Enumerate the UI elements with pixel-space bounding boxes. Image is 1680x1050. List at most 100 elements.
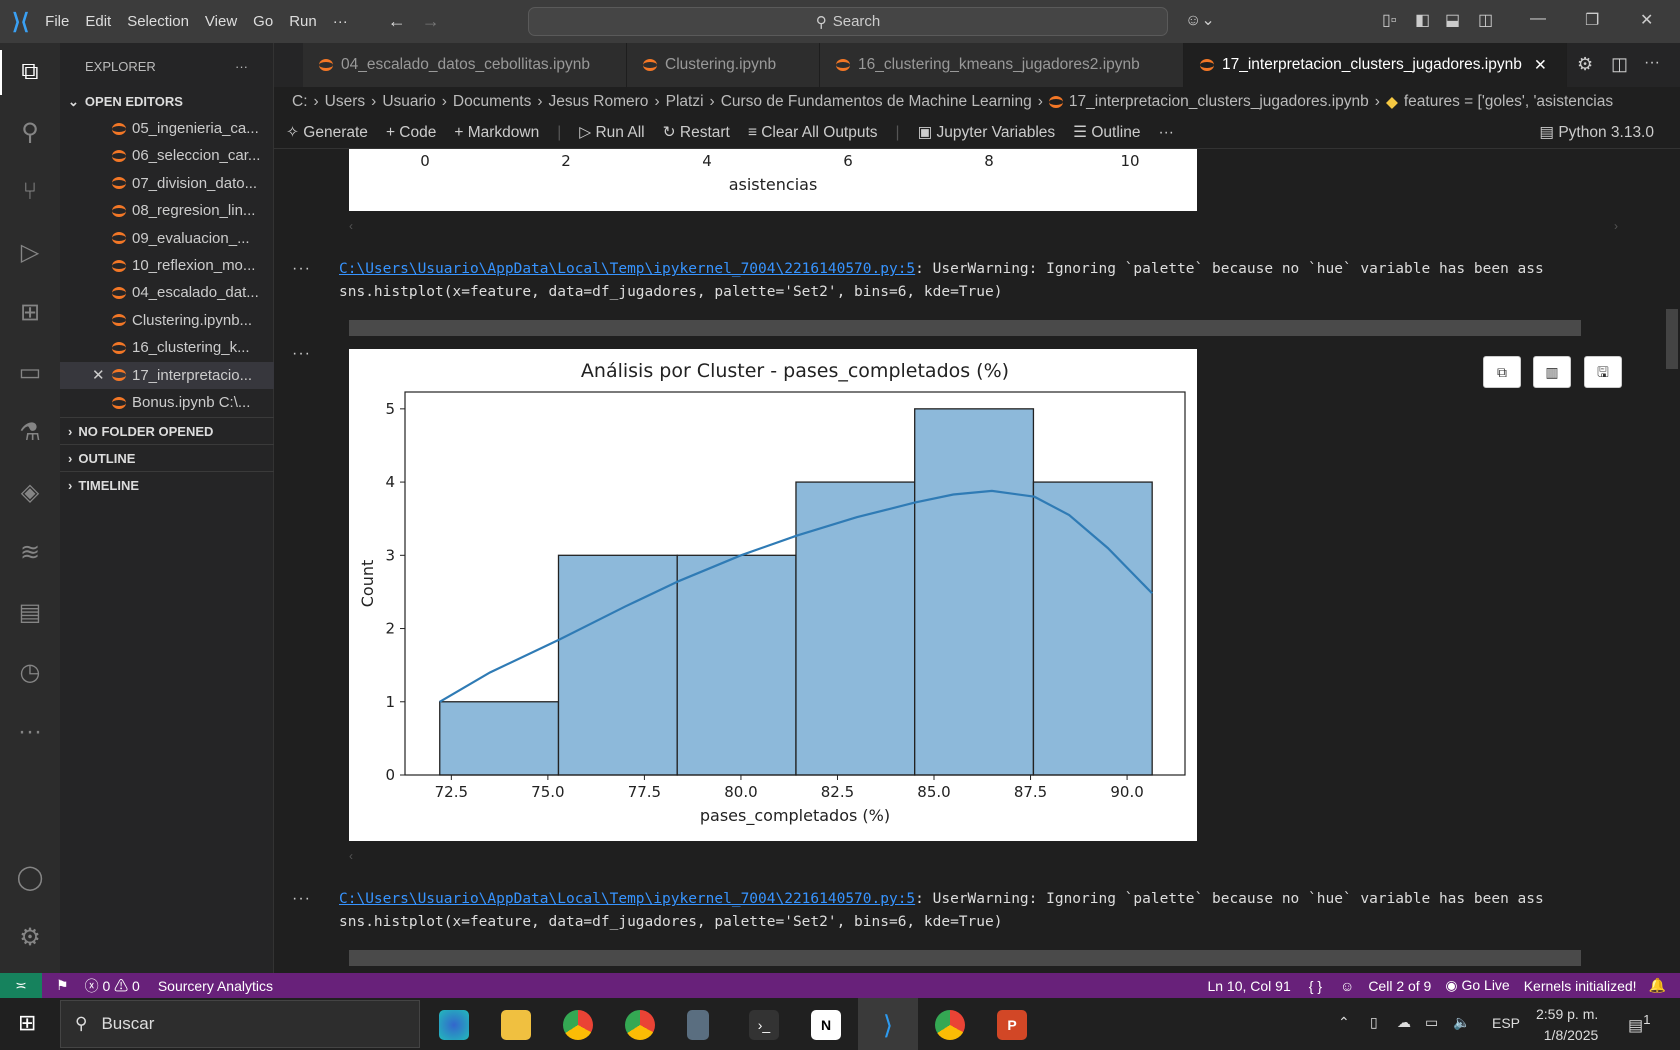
command-search[interactable]: ⚲ Search xyxy=(528,7,1168,36)
terminal-icon[interactable]: ›_ xyxy=(749,1010,779,1040)
language-braces[interactable]: { } xyxy=(1309,978,1322,994)
run-all-button[interactable]: ▷ Run All xyxy=(579,123,644,142)
open-plot-viewer-icon[interactable]: ▥ xyxy=(1533,356,1571,388)
git-graph-icon[interactable]: ◷ xyxy=(0,658,60,687)
copy-output-icon[interactable]: ⧉ xyxy=(1483,356,1521,388)
add-code-button[interactable]: + Code xyxy=(386,124,436,142)
toggle-panel-icon[interactable]: ⬓ xyxy=(1445,10,1460,30)
run-debug-icon[interactable]: ▷ xyxy=(0,238,60,267)
menu-go[interactable]: Go xyxy=(253,13,273,30)
layers-icon[interactable]: ≋ xyxy=(0,538,60,567)
breadcrumb-item[interactable]: features = ['goles', 'asistencias xyxy=(1404,93,1613,111)
notion-icon[interactable]: N xyxy=(811,1010,841,1040)
rocket-icon[interactable]: ⚑ xyxy=(56,977,69,994)
output-more-button[interactable]: ··· xyxy=(292,260,311,278)
scroll-right-icon[interactable]: › xyxy=(1614,219,1618,233)
cursor-position[interactable]: Ln 10, Col 91 xyxy=(1207,978,1290,994)
horizontal-scrollbar[interactable] xyxy=(349,320,1581,336)
menu-run[interactable]: Run xyxy=(289,13,317,30)
breadcrumb-item[interactable]: Users xyxy=(325,93,365,111)
open-editor-item[interactable]: Clustering.ipynb... xyxy=(60,307,274,334)
sourcery-analytics[interactable]: Sourcery Analytics xyxy=(158,978,273,994)
notification-center-icon[interactable]: ▤1 xyxy=(1628,1012,1651,1035)
warning-link[interactable]: C:\Users\Usuario\AppData\Local\Temp\ipyk… xyxy=(339,891,915,907)
tab-escalado[interactable]: 04_escalado_datos_cebollitas.ipynb xyxy=(303,43,627,87)
python-icon[interactable]: ◈ xyxy=(0,478,60,507)
chrome-dev-icon[interactable] xyxy=(625,1010,655,1040)
open-editor-item[interactable]: Bonus.ipynb C:\... xyxy=(60,389,274,416)
scroll-left-icon[interactable]: ‹ xyxy=(349,219,353,233)
file-explorer-icon[interactable] xyxy=(501,1010,531,1040)
open-editor-item[interactable]: 08_regresion_lin... xyxy=(60,197,274,224)
open-editor-item[interactable]: 05_ingenieria_ca... xyxy=(60,115,274,142)
open-editor-item[interactable]: 07_division_dato... xyxy=(60,170,274,197)
remote-indicator-icon[interactable]: ≍ xyxy=(0,973,42,998)
gear-icon[interactable]: ⚙ xyxy=(1577,54,1593,75)
open-editor-item[interactable]: 04_escalado_dat... xyxy=(60,279,274,306)
maximize-icon[interactable]: ❐ xyxy=(1585,10,1599,30)
breadcrumb-item[interactable]: Jesus Romero xyxy=(549,93,649,111)
restart-button[interactable]: ↻ Restart xyxy=(663,123,730,142)
kernels-status[interactable]: Kernels initialized! xyxy=(1524,978,1637,994)
powerpoint-icon[interactable]: P xyxy=(997,1010,1027,1040)
close-editor-icon[interactable]: ✕ xyxy=(92,366,105,384)
close-tab-icon[interactable]: ✕ xyxy=(1534,56,1547,75)
remote-explorer-icon[interactable]: ▭ xyxy=(0,358,60,387)
clear-outputs-button[interactable]: ≡ Clear All Outputs xyxy=(748,124,878,142)
calculator-icon[interactable] xyxy=(687,1010,709,1040)
breadcrumb-item[interactable]: Curso de Fundamentos de Machine Learning xyxy=(721,93,1032,111)
chrome-icon[interactable] xyxy=(563,1010,593,1040)
settings-gear-icon[interactable]: ⚙ xyxy=(0,923,60,952)
close-window-icon[interactable]: ✕ xyxy=(1640,10,1653,30)
tab-kmeans[interactable]: 16_clustering_kmeans_jugadores2.ipynb xyxy=(820,43,1184,87)
explorer-icon[interactable]: ⧉ xyxy=(0,58,60,86)
vscode-icon[interactable]: ⟩ xyxy=(873,1010,903,1040)
customize-layout-icon[interactable]: ▯▫ xyxy=(1382,10,1396,30)
tab-interpretacion[interactable]: 17_interpretacion_clusters_jugadores.ipy… xyxy=(1184,43,1567,87)
meet-icon[interactable]: ▯ xyxy=(1370,1014,1378,1031)
timeline-section[interactable]: › TIMELINE xyxy=(60,471,274,498)
menu-edit[interactable]: Edit xyxy=(85,13,111,30)
outline-button[interactable]: ☰ Outline xyxy=(1073,123,1140,142)
output-more-button[interactable]: ··· xyxy=(292,345,311,363)
account-icon[interactable]: ◯ xyxy=(0,863,60,892)
add-markdown-button[interactable]: + Markdown xyxy=(454,124,539,142)
breadcrumb-item[interactable]: Usuario xyxy=(382,93,435,111)
testing-icon[interactable]: ⚗ xyxy=(0,418,60,447)
open-editor-item[interactable]: ✕ 17_interpretacio... xyxy=(60,361,274,389)
menu-selection[interactable]: Selection xyxy=(127,13,189,30)
notifications-icon[interactable]: 🔔 xyxy=(1649,977,1666,994)
no-folder-section[interactable]: › NO FOLDER OPENED xyxy=(60,417,274,444)
back-arrow-icon[interactable]: ← xyxy=(388,11,406,32)
problems-indicator[interactable]: ⓧ 0 ⚠ 0 xyxy=(85,976,140,996)
windows-start-icon[interactable]: ⊞ xyxy=(18,1010,36,1036)
jupyter-variables-button[interactable]: ▣ Jupyter Variables xyxy=(918,123,1056,142)
taskbar-search[interactable]: ⚲ Buscar xyxy=(60,1000,420,1048)
folder-icon[interactable]: ▤ xyxy=(0,598,60,627)
network-icon[interactable]: ▭ xyxy=(1425,1014,1438,1031)
save-output-icon[interactable]: 🖫 xyxy=(1584,356,1622,388)
show-hidden-icons[interactable]: ⌃ xyxy=(1338,1014,1350,1031)
menu-more[interactable]: ··· xyxy=(333,13,348,30)
kernel-picker[interactable]: ▤ Python 3.13.0 xyxy=(1539,123,1654,142)
toggle-sidebar-icon[interactable]: ◧ xyxy=(1415,10,1430,30)
language-indicator[interactable]: ESP xyxy=(1492,1015,1520,1031)
warning-link[interactable]: C:\Users\Usuario\AppData\Local\Temp\ipyk… xyxy=(339,261,915,277)
breadcrumb-item[interactable]: Documents xyxy=(453,93,531,111)
breadcrumb-item[interactable]: 17_interpretacion_clusters_jugadores.ipy… xyxy=(1069,93,1369,111)
breadcrumb-item[interactable]: C: xyxy=(292,93,308,111)
cell-indicator[interactable]: Cell 2 of 9 xyxy=(1368,978,1431,994)
breadcrumb-item[interactable]: Platzi xyxy=(666,93,704,111)
toggle-secondary-sidebar-icon[interactable]: ◫ xyxy=(1478,10,1493,30)
chrome-profile-icon[interactable] xyxy=(935,1010,965,1040)
horizontal-scrollbar[interactable] xyxy=(349,950,1581,966)
search-icon[interactable]: ⚲ xyxy=(0,118,60,147)
open-editor-item[interactable]: 06_seleccion_car... xyxy=(60,142,274,169)
tab-clustering[interactable]: Clustering.ipynb xyxy=(627,43,820,87)
open-editors-section[interactable]: ⌄ OPEN EDITORS xyxy=(60,88,274,115)
more-actions-icon[interactable]: ··· xyxy=(1644,54,1660,72)
minimize-icon[interactable]: — xyxy=(1530,10,1546,28)
explorer-more-button[interactable]: ··· xyxy=(235,59,248,74)
go-live-button[interactable]: ◉ Go Live xyxy=(1445,977,1509,994)
generate-button[interactable]: ✧ Generate xyxy=(286,123,368,142)
